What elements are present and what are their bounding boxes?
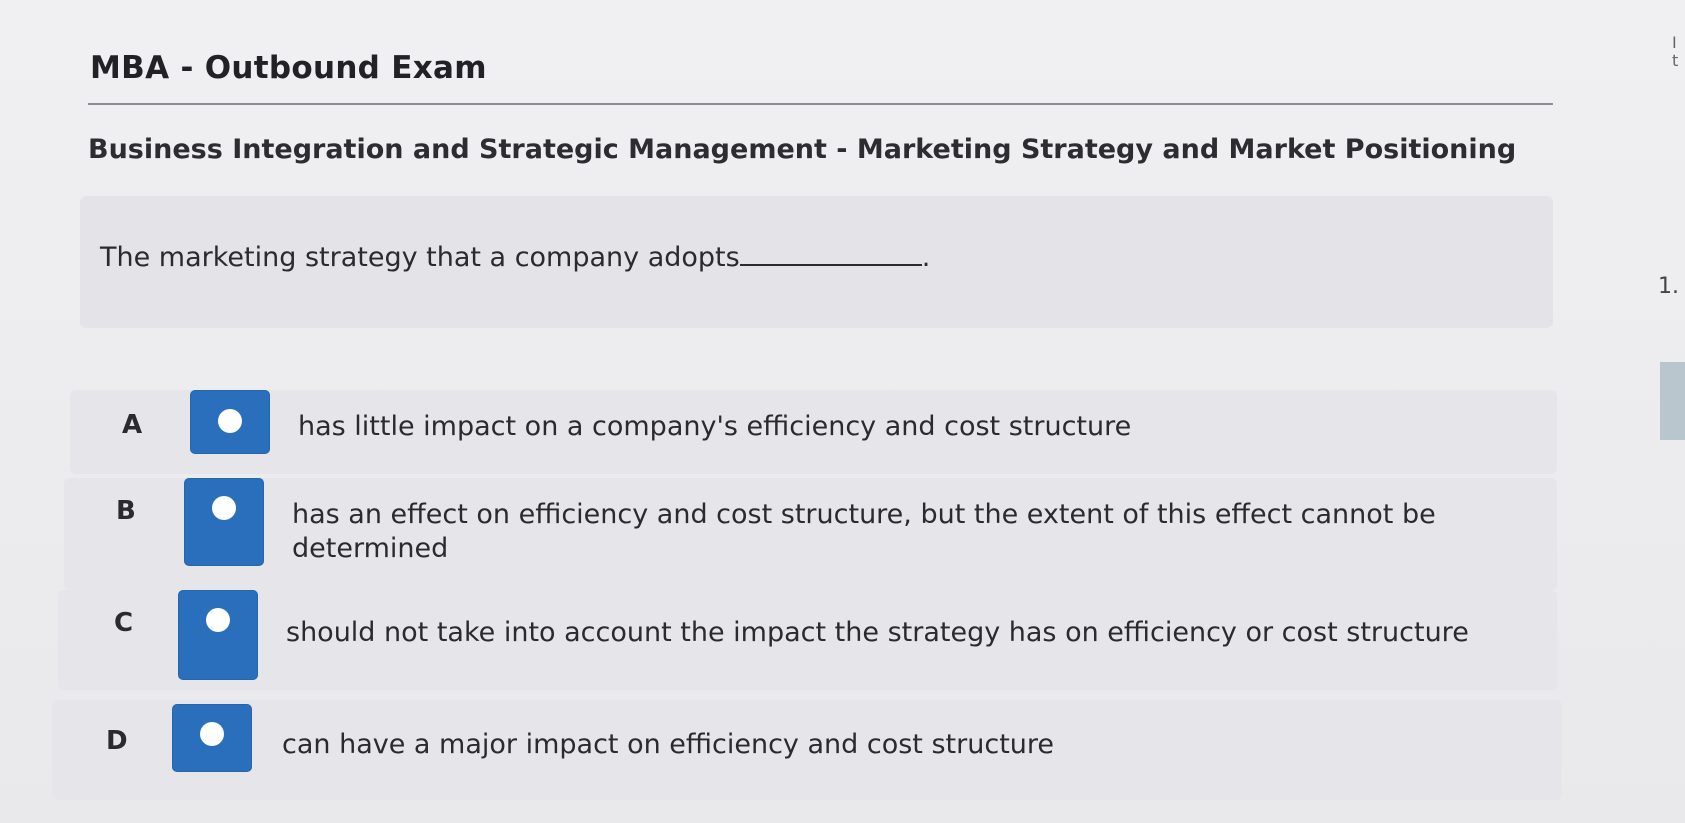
option-d-letter: D: [106, 726, 128, 756]
radio-unselected-icon: [200, 722, 224, 746]
option-a-letter: A: [122, 410, 143, 440]
radio-unselected-icon: [212, 496, 236, 520]
radio-unselected-icon: [206, 608, 230, 632]
section-subtitle: Business Integration and Strategic Manag…: [88, 134, 1517, 165]
option-b-radio[interactable]: [184, 478, 264, 566]
question-end-punct: .: [921, 242, 931, 273]
page-title: MBA - Outbound Exam: [90, 50, 487, 86]
question-card: The marketing strategy that a company ad…: [80, 196, 1553, 328]
question-prompt: The marketing strategy that a company ad…: [100, 242, 740, 273]
option-a-radio[interactable]: [190, 390, 270, 454]
option-c-text: should not take into account the impact …: [286, 617, 1469, 648]
option-b-letter: B: [116, 496, 136, 526]
option-c-letter: C: [114, 608, 134, 638]
title-divider: [88, 103, 1553, 105]
side-panel-edge: [1660, 362, 1685, 440]
option-d-text: can have a major impact on efficiency an…: [282, 729, 1055, 760]
option-b-row[interactable]: B has an effect on efficiency and cost s…: [64, 478, 1557, 590]
exam-page: MBA - Outbound Exam Business Integration…: [0, 0, 1685, 823]
answer-blank: [739, 242, 922, 266]
option-b-text: has an effect on efficiency and cost str…: [292, 499, 1436, 564]
edge-partial-marks: I t: [1672, 33, 1679, 70]
option-c-row[interactable]: C should not take into account the impac…: [58, 590, 1557, 690]
option-d-radio[interactable]: [172, 704, 252, 772]
option-a-text: has little impact on a company's efficie…: [298, 411, 1132, 442]
radio-unselected-icon: [218, 409, 242, 433]
option-a-row[interactable]: A has little impact on a company's effic…: [70, 390, 1557, 474]
question-stem: The marketing strategy that a company ad…: [100, 242, 930, 273]
option-c-radio[interactable]: [178, 590, 258, 680]
edge-partial-text: 1.: [1658, 274, 1679, 299]
option-d-row[interactable]: D can have a major impact on efficiency …: [52, 700, 1562, 800]
